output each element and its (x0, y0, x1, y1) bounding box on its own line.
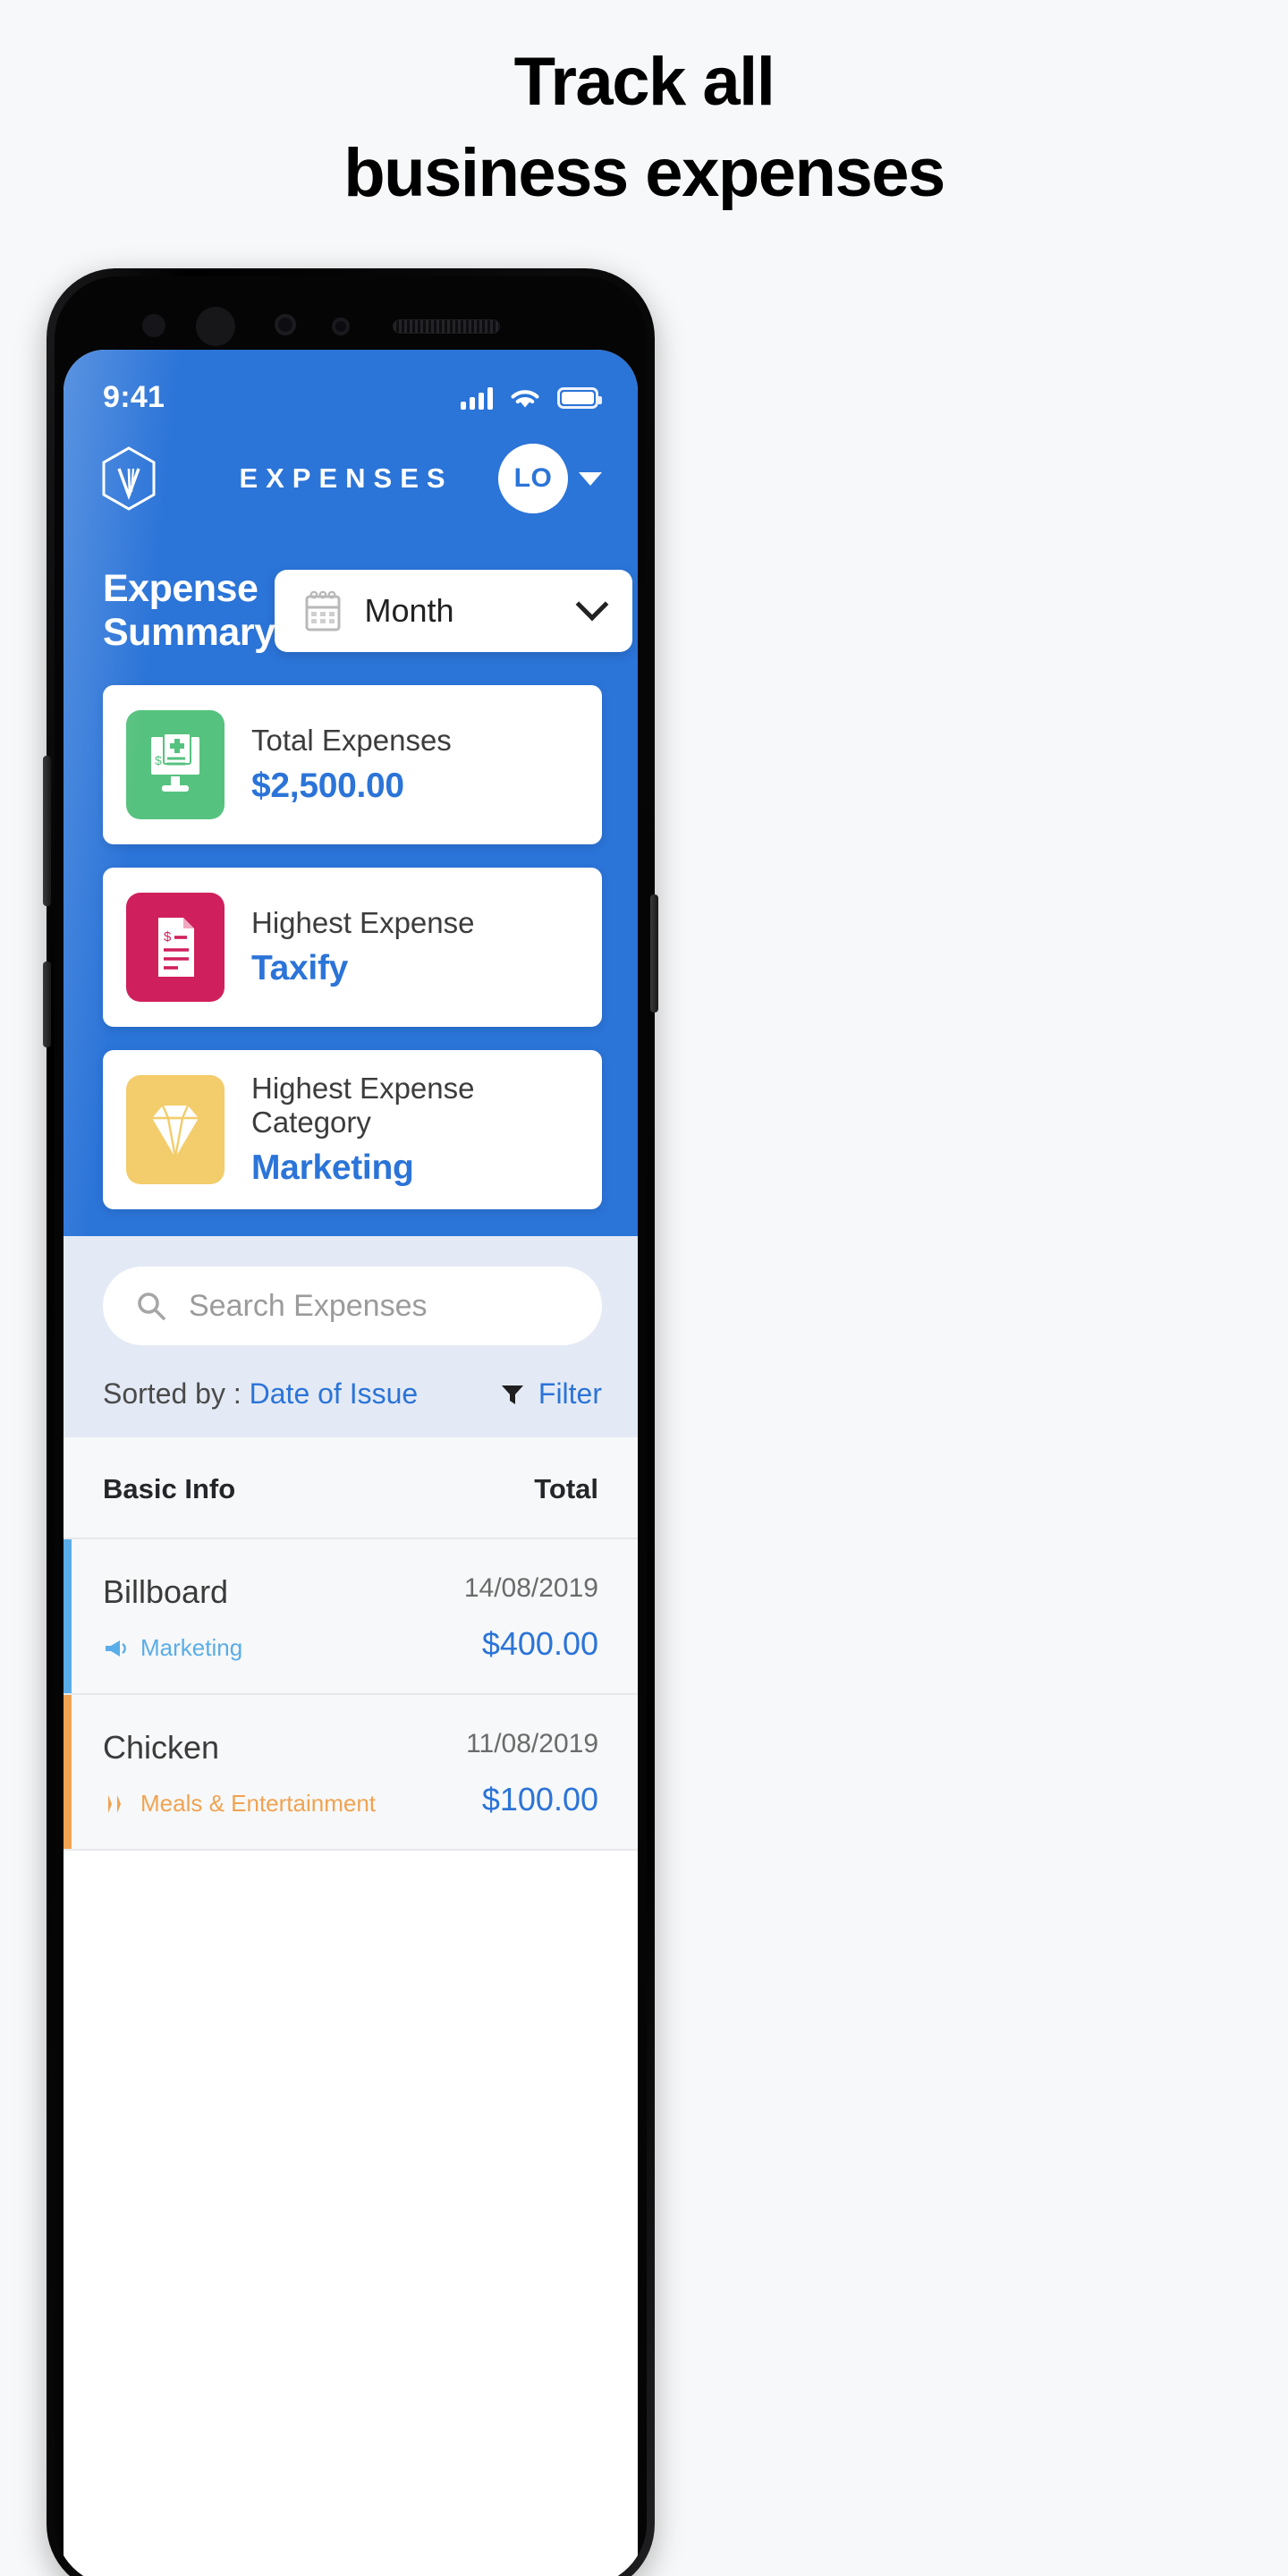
page-title: Track all business expenses (0, 47, 1288, 209)
diamond-icon (126, 1075, 225, 1184)
summary-card-label: Highest Expense Category (251, 1072, 475, 1139)
calendar-icon (305, 590, 341, 631)
search-placeholder: Search Expenses (189, 1288, 428, 1323)
headline-line-1: Track all (513, 44, 775, 120)
light-sensor-icon (332, 318, 350, 335)
expense-amount: $400.00 (481, 1625, 598, 1662)
summary-card-highest-expense[interactable]: $ Highest Expense Taxify (103, 868, 602, 1027)
sort-filter-row: Sorted by : Date of Issue Filter (103, 1377, 602, 1411)
filter-label: Filter (538, 1377, 602, 1410)
table-header: Basic Info Total (64, 1437, 638, 1539)
earpiece-speaker-icon (393, 319, 500, 334)
summary-card-label: Total Expenses (251, 724, 452, 757)
account-menu[interactable]: LO (498, 444, 602, 513)
svg-text:$: $ (155, 753, 162, 767)
app-hero-section: 9:41 EXPENSES LO Expense Summary Month $… (64, 350, 638, 1236)
power-button[interactable] (650, 894, 658, 1013)
summary-card-total-expenses[interactable]: $ Total Expenses $2,500.00 (103, 685, 602, 844)
monitor-invoice-icon: $ (126, 710, 225, 819)
summary-cards: $ Total Expenses $2,500.00 $ Highest Exp… (64, 655, 638, 1209)
iris-scanner-icon (275, 314, 296, 335)
table-row-total: 14/08/2019 $400.00 (464, 1573, 598, 1663)
sorted-by-label: Sorted by : (103, 1377, 250, 1410)
summary-card-text: Highest Expense Taxify (251, 906, 474, 988)
sorted-by-value[interactable]: Date of Issue (250, 1377, 419, 1410)
search-icon (138, 1292, 165, 1320)
expense-category: Meals & Entertainment (103, 1790, 376, 1818)
app-bar-title: EXPENSES (239, 462, 453, 494)
summary-card-label: Highest Expense (251, 906, 475, 939)
expense-name: Billboard (103, 1573, 229, 1610)
app-logo-icon[interactable] (99, 445, 158, 512)
table-row[interactable]: Billboard Marketing 14/08/2019 $400.00 (64, 1539, 638, 1695)
expense-date: 14/08/2019 (463, 1573, 598, 1603)
status-bar-icons (461, 386, 602, 411)
filter-button[interactable]: Filter (499, 1377, 602, 1411)
summary-header: Expense Summary Month (64, 522, 638, 655)
phone-mockup: 9:41 EXPENSES LO Expense Summary Month $… (43, 268, 658, 2576)
expense-name: Chicken (103, 1729, 220, 1766)
avatar[interactable]: LO (498, 444, 568, 513)
summary-card-text: Total Expenses $2,500.00 (251, 724, 452, 806)
search-input[interactable]: Search Expenses (103, 1267, 602, 1345)
expense-amount: $100.00 (481, 1781, 598, 1818)
period-select-value: Month (364, 592, 454, 629)
expense-date: 11/08/2019 (466, 1729, 598, 1758)
expenses-table: Basic Info Total Billboard Marketing 14/… (64, 1437, 638, 1851)
period-select[interactable]: Month (275, 570, 633, 652)
cellular-signal-icon (461, 386, 493, 410)
svg-text:$: $ (164, 929, 172, 945)
summary-card-text: Highest Expense Category Marketing (251, 1072, 602, 1188)
filter-icon (501, 1385, 523, 1404)
sorted-by[interactable]: Sorted by : Date of Issue (103, 1377, 418, 1411)
phone-top-bezel (64, 284, 638, 350)
table-row[interactable]: Chicken Meals & Entertainment 11/08/2019 (64, 1695, 638, 1851)
volume-up-button[interactable] (43, 756, 51, 906)
proximity-sensor-icon (142, 314, 165, 337)
app-bar: EXPENSES LO (64, 420, 638, 522)
expense-category: Marketing (103, 1634, 242, 1662)
battery-icon (557, 386, 602, 409)
table-row-basic-info: Billboard Marketing (103, 1573, 242, 1662)
column-header-basic-info: Basic Info (103, 1473, 236, 1504)
summary-card-value: $2,500.00 (251, 767, 404, 805)
search-section: Search Expenses Sorted by : Date of Issu… (64, 1236, 638, 1437)
cutlery-icon (108, 1794, 121, 1813)
headline-line-2: business expenses (343, 134, 945, 211)
front-camera-icon (196, 307, 235, 346)
megaphone-icon (106, 1640, 126, 1657)
wifi-icon (511, 389, 539, 407)
summary-card-value: Taxify (251, 949, 349, 987)
expense-category-label: Marketing (140, 1634, 243, 1661)
summary-card-highest-category[interactable]: Highest Expense Category Marketing (103, 1050, 602, 1209)
chevron-down-icon[interactable] (579, 471, 602, 486)
status-bar: 9:41 (64, 350, 638, 420)
status-bar-clock: 9:41 (103, 380, 165, 414)
table-row-basic-info: Chicken Meals & Entertainment (103, 1729, 376, 1818)
summary-card-value: Marketing (251, 1148, 414, 1187)
phone-body: 9:41 EXPENSES LO Expense Summary Month $… (55, 276, 647, 2576)
receipt-document-icon: $ (126, 893, 225, 1002)
summary-title: Expense Summary (103, 567, 275, 654)
expense-category-label: Meals & Entertainment (140, 1790, 377, 1817)
volume-down-button[interactable] (43, 962, 51, 1047)
marketing-screenshot: Track all business expenses 9:41 EXPENSE… (0, 0, 1288, 2576)
table-row-total: 11/08/2019 $100.00 (466, 1729, 598, 1818)
column-header-total: Total (534, 1473, 598, 1504)
phone-screen: 9:41 EXPENSES LO Expense Summary Month $… (64, 350, 638, 2576)
chevron-down-icon[interactable] (576, 588, 609, 622)
